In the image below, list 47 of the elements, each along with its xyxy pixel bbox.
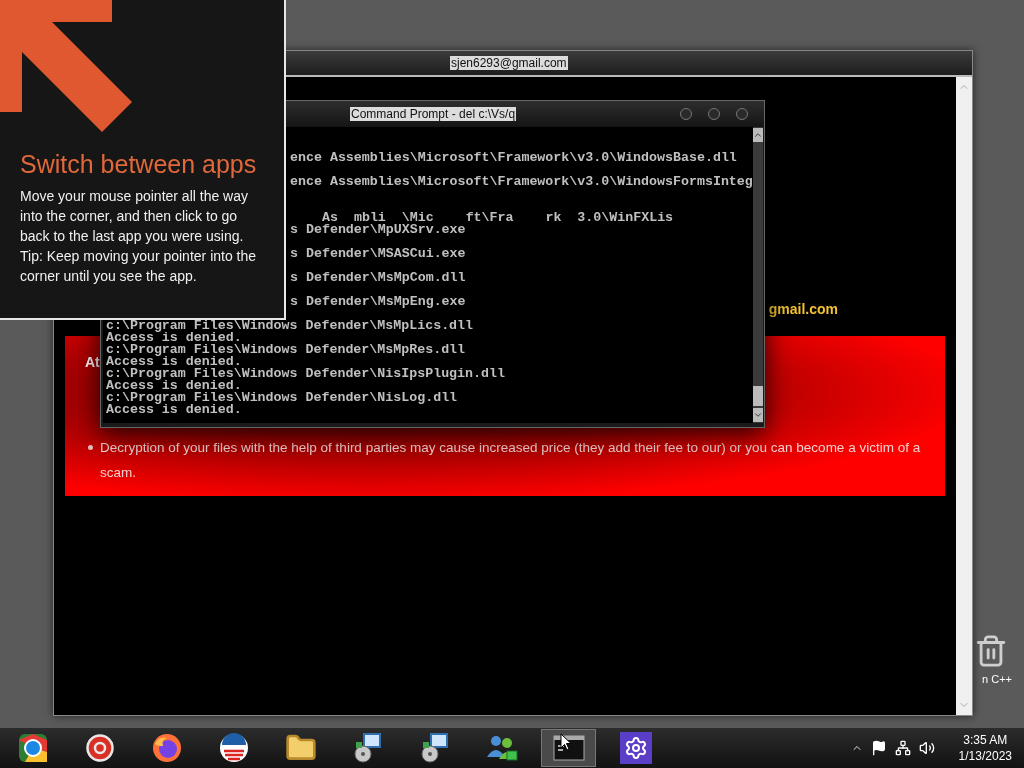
tip-text: Move your mouse pointer all the way into the corner, and then click to go back to the last app you were using.	[20, 187, 249, 246]
desktop-icon-label[interactable]: n C++	[970, 671, 1012, 688]
people-icon	[484, 733, 519, 763]
console-line: c:\Program Files\Windows Defender\MsMpRes.dll	[106, 344, 466, 356]
fox-globe-icon	[150, 732, 183, 764]
clock-time[interactable]: 3:35 AM	[963, 732, 1008, 748]
console-line: Access is denied.	[106, 332, 242, 344]
warning-text: Decryption of your files with the help of third parties may cause increased price (they add their fee to our) or you can become a victim of a scam.	[100, 439, 922, 482]
tip-text: Tip: Keep moving your pointer into the corner until you see the app.	[20, 247, 258, 286]
console-line: c:\Program Files\Windows Defender\NisLog.dll	[106, 392, 458, 404]
scroll-down-icon[interactable]	[752, 408, 763, 422]
arrow-icon	[0, 0, 132, 132]
warning-heading: At	[85, 353, 100, 372]
scrollbar[interactable]	[752, 127, 763, 423]
flag-icon[interactable]	[870, 740, 887, 756]
taskbar-button[interactable]	[541, 729, 596, 767]
console-line: Access is denied.	[106, 356, 242, 368]
recycle-bin-icon[interactable]	[974, 634, 1008, 668]
installer-icon	[418, 732, 451, 764]
console-line: Access is denied.	[106, 380, 242, 392]
window-title: sjen6293@gmail.com	[450, 56, 568, 70]
email-address: gmail.com	[768, 300, 838, 319]
maximize-button[interactable]	[708, 108, 720, 120]
console-line: s Defender\MsMpCom.dll	[290, 272, 466, 284]
minimize-button[interactable]	[680, 108, 692, 120]
scroll-thumb[interactable]	[752, 386, 763, 406]
window-title: Command Prompt - del c:\Vs/q	[350, 107, 517, 121]
console-line: As mbli \Mic ft\Fra rk 3.0\WinFXLis	[322, 212, 674, 224]
clock-date[interactable]: 1/13/2023	[958, 748, 1012, 764]
console-line: Access is denied.	[106, 404, 242, 416]
network-icon[interactable]	[894, 740, 911, 756]
cursor-icon	[560, 733, 572, 751]
console-line: ence Assemblies\Microsoft\Framework\v3.0\WindowsFormsInteg	[290, 176, 753, 188]
console-line: c:\Program Files\Windows Defender\MsMpLics.dll	[106, 320, 474, 332]
console-line: s Defender\MSASCui.exe	[290, 248, 466, 260]
bullet-icon	[88, 445, 93, 450]
circle-logo-icon	[218, 733, 249, 763]
close-button[interactable]	[736, 108, 748, 120]
console-line: s Defender\MsMpEng.exe	[290, 296, 466, 308]
console-line: c:\Program Files\Windows Defender\NisIpsPlugin.dll	[106, 368, 505, 380]
console-line: s Defender\MpUXSrv.exe	[290, 224, 466, 236]
console-line: ence Assemblies\Microsoft\Framework\v3.0\WindowsBase.dll	[290, 152, 737, 164]
installer-icon	[351, 732, 384, 764]
scroll-up-icon[interactable]	[752, 128, 763, 142]
settings-icon	[619, 732, 652, 764]
volume-icon[interactable]	[918, 740, 935, 756]
tip-title: Switch between apps	[20, 149, 258, 180]
